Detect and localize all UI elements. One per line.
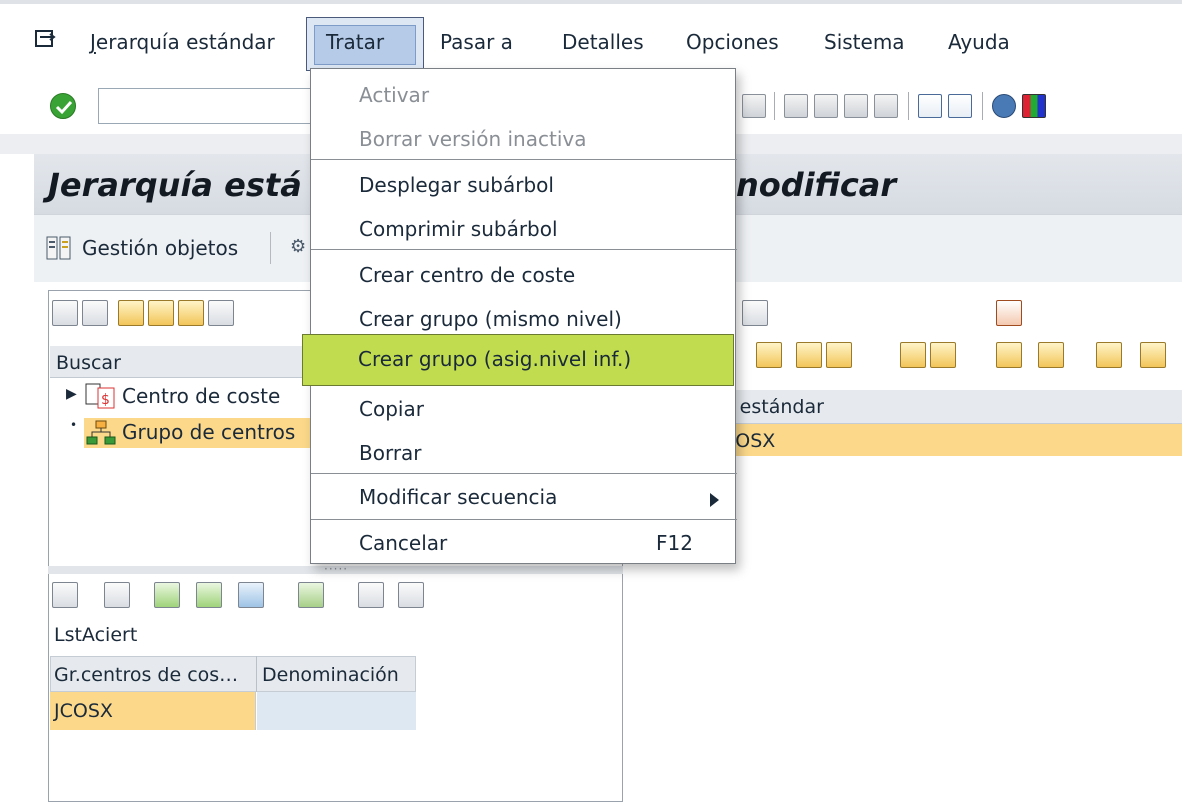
toolbar-separator <box>774 92 775 120</box>
object-management-button[interactable]: Gestión objetos <box>82 236 238 260</box>
previous-page-icon[interactable] <box>814 94 838 118</box>
pane-detail-icon[interactable] <box>742 300 768 326</box>
menu-ayuda[interactable]: Ayuda <box>948 30 1010 54</box>
submenu-arrow-icon <box>710 493 719 507</box>
sort-descending-icon[interactable] <box>196 582 222 608</box>
tree-item-cost-center[interactable]: Centro de coste <box>122 384 280 408</box>
enter-check-icon[interactable] <box>50 93 76 119</box>
menu-item-modificar-secuencia[interactable]: Modificar secuencia <box>311 475 737 519</box>
shortcut-f12: F12 <box>656 531 693 555</box>
menu-opciones[interactable]: Opciones <box>686 30 779 54</box>
details-icon[interactable] <box>52 582 78 608</box>
menu-item-desplegar-subarbol[interactable]: Desplegar subárbol <box>311 163 737 207</box>
table-cell-description[interactable] <box>257 692 416 730</box>
print-icon[interactable] <box>358 582 384 608</box>
insert-node-above-icon[interactable] <box>900 342 926 368</box>
forward-arrow-icon[interactable] <box>82 300 108 326</box>
new-session-icon[interactable] <box>918 94 942 118</box>
tree-bullet-icon: • <box>70 418 78 432</box>
print-tree-icon[interactable] <box>1096 342 1122 368</box>
menu-item-borrar-version-inactiva: Borrar versión inactiva <box>359 127 587 151</box>
hierarchy-header-label: a estándar <box>722 396 824 418</box>
result-list-label: LstAciert <box>54 624 138 646</box>
help-icon[interactable] <box>992 94 1016 118</box>
first-page-icon[interactable] <box>784 94 808 118</box>
sum-icon[interactable] <box>298 582 324 608</box>
menu-separator <box>311 473 737 474</box>
menu-separator <box>311 159 737 160</box>
toolbar-separator <box>908 92 909 120</box>
menu-item-comprimir-subarbol[interactable]: Comprimir subárbol <box>311 207 737 251</box>
expand-subtree-icon[interactable] <box>996 342 1022 368</box>
next-page-icon[interactable] <box>844 94 868 118</box>
menu-separator <box>311 249 737 250</box>
column-header-group[interactable]: Gr.centros de cos… <box>54 664 238 686</box>
menu-jerarquia-estandar[interactable]: Jerarquía estándar <box>90 30 275 54</box>
menu-tratar[interactable]: Tratar <box>326 30 384 54</box>
menu-item-crear-centro-coste[interactable]: Crear centro de coste <box>311 253 737 297</box>
menu-pasar-a[interactable]: Pasar a <box>440 30 513 54</box>
favorite-star-icon[interactable] <box>148 300 174 326</box>
insert-node-below-icon[interactable] <box>930 342 956 368</box>
filter-icon[interactable] <box>208 300 234 326</box>
delete-favorite-icon[interactable] <box>178 300 204 326</box>
page-title: Jerarquía está <box>48 166 302 204</box>
back-arrow-icon[interactable] <box>52 300 78 326</box>
tree-item-cost-center-group[interactable]: Grupo de centros <box>122 420 295 444</box>
tree-settings-icon[interactable]: ⚙ <box>290 236 308 260</box>
toolbar-separator <box>270 232 271 264</box>
menu-item-borrar[interactable]: Borrar <box>311 431 737 475</box>
toolbar-separator <box>982 92 983 120</box>
move-up-icon[interactable] <box>796 342 822 368</box>
menu-item-crear-grupo-asig-nivel-inf[interactable]: Crear grupo (asig.nivel inf.) <box>302 334 734 386</box>
column-header-description[interactable]: Denominación <box>262 664 399 686</box>
shortcut-icon[interactable] <box>948 94 972 118</box>
find-icon[interactable] <box>742 94 766 118</box>
menu-detalles[interactable]: Detalles <box>562 30 644 54</box>
command-field[interactable] <box>98 88 328 124</box>
sort-ascending-icon[interactable] <box>154 582 180 608</box>
tratar-dropdown-menu: Activar Borrar versión inactiva Desplega… <box>310 68 737 565</box>
expand-arrow-icon[interactable]: ▶ <box>66 386 77 402</box>
last-page-icon[interactable] <box>874 94 898 118</box>
menu-separator <box>311 519 737 520</box>
menu-sistema[interactable]: Sistema <box>824 30 905 54</box>
search-label: Buscar <box>56 352 121 374</box>
menu-exit-icon[interactable] <box>34 28 56 50</box>
menu-item-activar: Activar <box>359 83 430 107</box>
cost-center-icon: $ <box>85 383 115 409</box>
layout-icon[interactable] <box>398 582 424 608</box>
add-favorite-icon[interactable] <box>118 300 144 326</box>
table-settings-icon[interactable] <box>1140 342 1166 368</box>
table-cell-group-value: JCOSX <box>54 700 113 722</box>
filter-list-icon[interactable] <box>238 582 264 608</box>
menu-item-copiar[interactable]: Copiar <box>311 387 737 431</box>
column-separator[interactable] <box>256 656 257 692</box>
collapse-subtree-icon[interactable] <box>1038 342 1064 368</box>
customize-layout-icon[interactable] <box>1022 94 1046 118</box>
delete-node-icon[interactable] <box>756 342 782 368</box>
calendar-icon[interactable] <box>996 300 1022 326</box>
move-down-icon[interactable] <box>826 342 852 368</box>
object-management-icon[interactable] <box>46 236 72 260</box>
hierarchy-icon <box>86 420 116 445</box>
page-title-end: nodificar <box>736 166 897 204</box>
menu-item-cancelar[interactable]: Cancelar F12 <box>311 521 737 565</box>
svg-text:$: $ <box>101 392 110 408</box>
find-list-icon[interactable] <box>104 582 130 608</box>
